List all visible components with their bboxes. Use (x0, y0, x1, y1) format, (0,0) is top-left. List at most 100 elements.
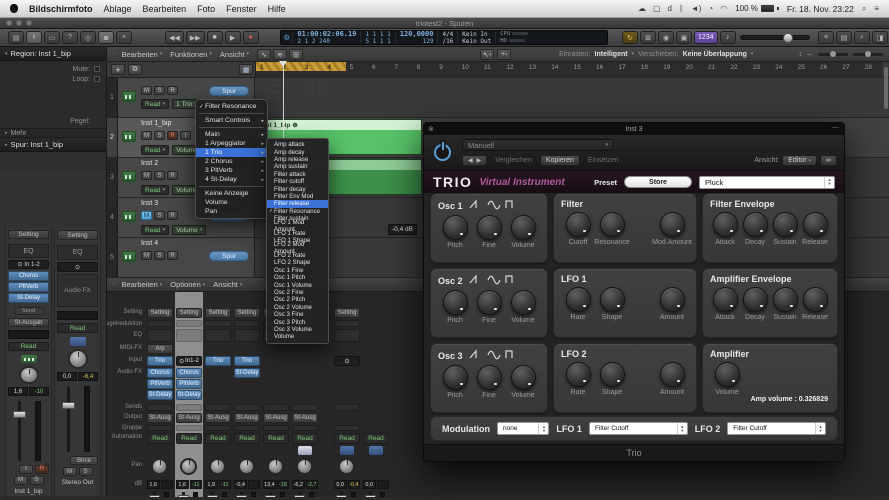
add-track-button[interactable]: + (111, 64, 125, 75)
knob-control[interactable] (714, 362, 740, 387)
knob-control[interactable] (712, 212, 738, 237)
ruler-tick-4[interactable]: 4 (327, 64, 331, 71)
setting-button[interactable]: Setting (147, 308, 173, 318)
saw-wave-icon[interactable] (469, 274, 483, 287)
fader-cap[interactable] (265, 495, 276, 497)
solo-button[interactable]: S (154, 86, 165, 95)
audio-fx-slot-st-delay[interactable]: St-Delay (8, 293, 49, 304)
fader-cap[interactable] (149, 495, 160, 497)
automation-mode-button[interactable]: Read (292, 433, 318, 444)
ruler-tick-18[interactable]: 18 (641, 64, 648, 71)
knob-control[interactable] (565, 212, 591, 237)
ruler-tick-28[interactable]: 28 (865, 64, 872, 71)
drag-value[interactable]: Keine Überlappung (683, 51, 747, 58)
lfo2-target-selector[interactable]: Filter Cutoff ▲ ▼ (727, 422, 826, 435)
output-slot[interactable]: St-Ausg (147, 413, 173, 423)
compare-button[interactable]: Vergleichen (490, 155, 537, 166)
plugin-minimize-icon[interactable]: — (832, 124, 839, 131)
fader-cap[interactable] (365, 495, 376, 497)
pan-knob[interactable] (151, 458, 168, 475)
setting-button[interactable]: Setting (57, 230, 98, 240)
volume-fader[interactable] (177, 492, 201, 497)
battery-indicator[interactable]: 100 % (735, 4, 779, 13)
autopunch-button[interactable]: ⊠ (640, 31, 656, 44)
context-menu-item-2-chorus[interactable]: 2 Chorus ▸ (196, 157, 267, 166)
zoom-icon-2[interactable]: ↔ (806, 51, 813, 58)
stepper-icon[interactable]: ▲ ▼ (676, 423, 687, 434)
knob-control[interactable] (599, 362, 625, 387)
knob-control[interactable] (659, 212, 685, 237)
apple-menu-icon[interactable] (10, 4, 18, 13)
smart-controls-button[interactable]: ◎ (80, 31, 96, 44)
setting-button[interactable]: Setting (334, 308, 360, 318)
ruler-tick-1[interactable]: 1 (260, 64, 264, 71)
inspector-button[interactable]: i (26, 31, 42, 44)
input-slot[interactable]: ⊙ (334, 356, 360, 366)
modulation-selector[interactable]: none ▲ ▼ (497, 422, 550, 435)
input-slot[interactable]: Trio (205, 356, 231, 366)
volume-fader[interactable] (8, 399, 49, 462)
solo-button[interactable]: S (154, 251, 165, 260)
knob-control[interactable] (442, 290, 468, 315)
fader-cap[interactable] (236, 495, 247, 497)
ruler-tick-23[interactable]: 23 (753, 64, 760, 71)
menubar-item-bearbeiten[interactable]: Bearbeiten (143, 4, 187, 14)
ruler-tick-15[interactable]: 15 (574, 64, 581, 71)
fader-cap[interactable] (336, 495, 347, 497)
ruler-tick-16[interactable]: 16 (596, 64, 603, 71)
menubar-clock[interactable]: Fr. 18. Nov. 23:22 (787, 4, 854, 14)
mixer-button[interactable]: ≣ (98, 31, 114, 44)
knob-control[interactable] (659, 362, 685, 387)
stepper-icon[interactable]: ▲ ▼ (538, 423, 548, 434)
track-menu-ansicht[interactable]: Ansicht ▾ (220, 50, 249, 59)
mute-button[interactable]: M (13, 475, 28, 485)
submenu-item-amp-decay[interactable]: Amp decay (267, 148, 328, 156)
knob-control[interactable] (802, 212, 828, 237)
submenu-item-osc-3-pitch[interactable]: Osc 3 Pitch (267, 318, 328, 326)
copy-button[interactable]: Kopieren (539, 155, 580, 166)
knob-control[interactable] (565, 362, 591, 387)
group-slot[interactable] (263, 425, 289, 431)
fader-cap[interactable] (13, 411, 26, 419)
knob-control[interactable] (510, 215, 536, 240)
track-menu-bearbeiten[interactable]: Bearbeiten ▾ (122, 50, 163, 59)
group-slot[interactable] (205, 425, 231, 431)
automation-mode-button[interactable]: Read ▾ (141, 99, 170, 109)
knob-control[interactable] (476, 365, 502, 390)
rewind-button[interactable]: ◀◀ (165, 31, 184, 44)
library-button[interactable]: ▤ (8, 31, 24, 44)
hide-mixer-icon[interactable]: ↑ (112, 282, 115, 288)
browsers-button[interactable]: ◨ (872, 31, 888, 44)
ruler-tick-20[interactable]: 20 (686, 64, 693, 71)
output-slot[interactable]: St-Ausg (292, 413, 318, 423)
lcd-display[interactable]: ⚙ 01:00:02:06.19 2 1 2 240 1 1 1 1 5 1 1… (280, 30, 608, 45)
toolbar-button[interactable]: ▭ (44, 31, 60, 44)
mute-button[interactable]: M (62, 467, 77, 476)
docker-icon[interactable]: d (668, 4, 672, 13)
ruler-tick-10[interactable]: 10 (462, 64, 469, 71)
automation-mode-button[interactable]: Read (57, 323, 98, 333)
fader-cap[interactable] (62, 402, 75, 409)
mute-checkbox[interactable] (94, 66, 100, 72)
ruler-tick-12[interactable]: 12 (506, 64, 513, 71)
saw-wave-icon[interactable] (469, 199, 483, 212)
knob-control[interactable] (772, 287, 798, 312)
knob-control[interactable] (772, 212, 798, 237)
pointer-tool-selector[interactable]: ↖ ▾ (480, 49, 495, 60)
ruler-tick-6[interactable]: 6 (372, 64, 376, 71)
low-latency-button[interactable]: ▣ (676, 31, 692, 44)
group-slot[interactable] (292, 425, 318, 431)
audio-fx-slot-st-delay[interactable]: St-Delay (147, 390, 173, 400)
ruler-tick-25[interactable]: 25 (798, 64, 805, 71)
mixer-menu-ansicht[interactable]: Ansicht ▾ (213, 280, 242, 289)
volume-fader[interactable] (264, 492, 288, 497)
eq-slot[interactable] (147, 329, 173, 342)
loop-checkbox[interactable] (94, 76, 100, 82)
automation-mode-button[interactable]: Read (176, 433, 202, 444)
sends-slot[interactable] (147, 404, 173, 411)
volume-fader[interactable] (293, 492, 317, 497)
replace-button[interactable]: ◉ (658, 31, 674, 44)
sends-slot[interactable] (292, 404, 318, 411)
stepper-icon[interactable]: ▲ ▼ (814, 423, 825, 434)
pan-knob[interactable] (238, 458, 255, 475)
